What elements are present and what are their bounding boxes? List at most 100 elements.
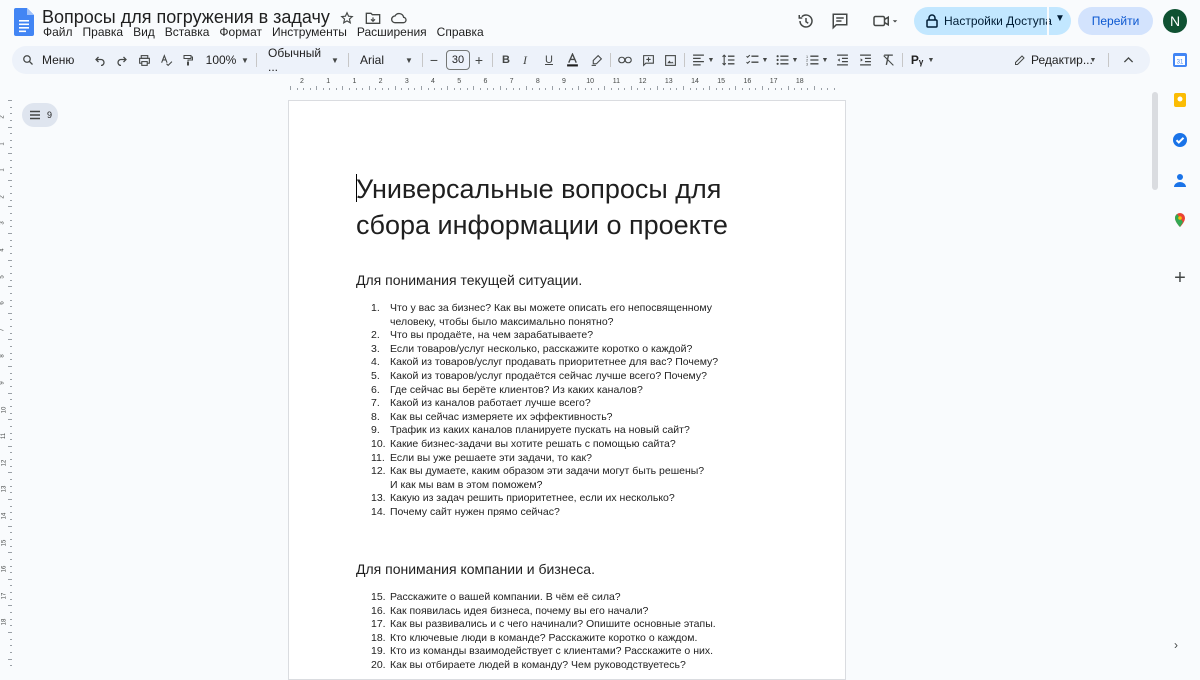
font-select[interactable]: Arial xyxy=(360,46,400,74)
document-page[interactable]: Универсальные вопросы для сбора информац… xyxy=(288,100,846,680)
list-item[interactable]: 15. Расскажите о вашей компании. В чём её… xyxy=(371,591,751,605)
pencil-edit-icon[interactable] xyxy=(1013,46,1027,74)
share-button[interactable]: Настройки Доступа ▼ xyxy=(914,7,1071,35)
print-icon[interactable] xyxy=(136,46,152,74)
list-item[interactable]: 20. Как вы отбираете людей в команду? Чем… xyxy=(371,659,751,673)
list-item[interactable]: 1. Что у вас за бизнес? Как вы можете опи… xyxy=(371,302,751,316)
undo-icon[interactable] xyxy=(92,46,108,74)
zoom-select[interactable]: 100% xyxy=(204,46,238,74)
list-item[interactable]: человеку, чтобы было максимально понятно… xyxy=(371,316,751,330)
align-dropdown-icon[interactable]: ▼ xyxy=(706,46,716,74)
ruler-tick xyxy=(316,86,318,90)
vertical-ruler[interactable]: 2 1 1 2 3 4 5 6 7 8 9 10 11 12 13 14 15 16 17 18 xyxy=(0,96,12,667)
paint-format-icon[interactable] xyxy=(180,46,196,74)
menu-help[interactable]: Справка xyxy=(437,25,484,39)
list-item[interactable]: 17. Как вы развивались и с чего начинали?… xyxy=(371,618,751,632)
link-icon[interactable] xyxy=(617,46,633,74)
clear-formatting-icon[interactable] xyxy=(880,46,896,74)
menu-extensions[interactable]: Расширения xyxy=(357,25,427,39)
list-item[interactable]: 13. Какую из задач решить приоритетнее, е… xyxy=(371,492,751,506)
editing-mode-select[interactable]: Редактир... xyxy=(1031,46,1093,74)
italic-icon[interactable]: I xyxy=(518,46,532,74)
list-item[interactable]: 7. Какой из каналов работает лучше всего? xyxy=(371,397,751,411)
list-item[interactable]: 9. Трафик из каких каналов планируете пус… xyxy=(371,424,751,438)
increase-indent-icon[interactable] xyxy=(857,46,873,74)
checklist-icon[interactable] xyxy=(744,46,760,74)
insert-comment-icon[interactable] xyxy=(640,46,656,74)
document-heading[interactable]: Универсальные вопросы для сбора информац… xyxy=(356,171,796,243)
menu-search-label[interactable]: Меню xyxy=(42,46,74,74)
list-item[interactable]: 4. Какой из товаров/услуг продавать приор… xyxy=(371,356,751,370)
menu-format[interactable]: Формат xyxy=(219,25,262,39)
section-heading-company[interactable]: Для понимания компании и бизнеса. xyxy=(356,561,595,577)
contacts-icon[interactable] xyxy=(1172,172,1188,188)
keep-icon[interactable] xyxy=(1172,92,1188,108)
document-outline-button[interactable]: 9 xyxy=(22,103,58,127)
add-addon-icon[interactable]: + xyxy=(1172,268,1188,288)
menu-file[interactable]: Файл xyxy=(43,25,73,39)
decrease-font-size-icon[interactable]: − xyxy=(428,46,440,74)
ruler-tick xyxy=(10,193,12,195)
calendar-icon[interactable]: 31 xyxy=(1172,52,1188,68)
numbered-dropdown-icon[interactable]: ▼ xyxy=(820,46,830,74)
zoom-dropdown-icon[interactable]: ▼ xyxy=(240,46,250,74)
menu-insert[interactable]: Вставка xyxy=(165,25,210,39)
expand-panel-icon[interactable]: › xyxy=(1174,638,1178,652)
share-dropdown-icon[interactable]: ▼ xyxy=(1055,13,1065,24)
star-icon[interactable] xyxy=(338,9,356,27)
maps-icon[interactable] xyxy=(1172,212,1188,228)
highlight-color-icon[interactable] xyxy=(589,46,603,74)
list-item[interactable]: 6. Где сейчас вы берёте клиентов? Из каки… xyxy=(371,384,751,398)
input-tools-icon[interactable]: Рᵧ xyxy=(908,46,926,74)
font-size-input[interactable]: 30 xyxy=(446,50,470,70)
style-dropdown-icon[interactable]: ▼ xyxy=(330,46,340,74)
numbered-list-icon[interactable]: 123 xyxy=(804,46,820,74)
list-item[interactable]: 10. Какие бизнес-задачи вы хотите решать … xyxy=(371,438,751,452)
horizontal-ruler[interactable]: 2 1 1 2 3 4 5 6 7 8 9 10 11 12 13 14 15 16 17 18 xyxy=(288,78,846,90)
list-item[interactable]: И как мы вам в этом поможем? xyxy=(371,479,751,493)
avatar[interactable]: N xyxy=(1163,9,1187,33)
tasks-icon[interactable] xyxy=(1172,132,1188,148)
paragraph-style-select[interactable]: Обычный ... xyxy=(268,46,328,74)
search-menu-icon[interactable] xyxy=(22,46,34,74)
move-to-folder-icon[interactable] xyxy=(364,9,382,27)
insert-image-icon[interactable] xyxy=(662,46,678,74)
hide-menus-icon[interactable] xyxy=(1120,46,1136,74)
text-color-icon[interactable] xyxy=(565,46,579,74)
underline-icon[interactable]: U xyxy=(542,46,556,74)
increase-font-size-icon[interactable]: + xyxy=(473,46,485,74)
list-item[interactable]: 5. Какой из товаров/услуг продаётся сейча… xyxy=(371,370,751,384)
menu-tools[interactable]: Инструменты xyxy=(272,25,347,39)
menu-view[interactable]: Вид xyxy=(133,25,155,39)
go-button[interactable]: Перейти xyxy=(1078,7,1153,35)
spellcheck-icon[interactable] xyxy=(158,46,174,74)
list-item[interactable]: 14. Почему сайт нужен прямо сейчас? xyxy=(371,506,751,520)
checklist-dropdown-icon[interactable]: ▼ xyxy=(760,46,770,74)
bold-icon[interactable]: B xyxy=(499,46,513,74)
docs-logo-icon[interactable] xyxy=(14,8,34,36)
line-spacing-icon[interactable] xyxy=(720,46,736,74)
redo-icon[interactable] xyxy=(114,46,130,74)
list-item[interactable]: 3. Если товаров/услуг несколько, расскажи… xyxy=(371,343,751,357)
list-item[interactable]: 11. Если вы уже решаете эти задачи, то ка… xyxy=(371,452,751,466)
align-icon[interactable] xyxy=(690,46,706,74)
meet-icon[interactable] xyxy=(868,9,904,33)
bullet-dropdown-icon[interactable]: ▼ xyxy=(790,46,800,74)
font-dropdown-icon[interactable]: ▼ xyxy=(404,46,414,74)
decrease-indent-icon[interactable] xyxy=(834,46,850,74)
list-item[interactable]: 18. Кто ключевые люди в команде? Расскажи… xyxy=(371,632,751,646)
section-heading-current-situation[interactable]: Для понимания текущей ситуации. xyxy=(356,272,582,288)
list-item[interactable]: 19. Кто из команды взаимодействует с клие… xyxy=(371,645,751,659)
bulleted-list-icon[interactable] xyxy=(774,46,790,74)
input-tools-dropdown-icon[interactable]: ▼ xyxy=(926,46,936,74)
menu-edit[interactable]: Правка xyxy=(83,25,124,39)
ruler-tick xyxy=(10,199,12,201)
history-icon[interactable] xyxy=(794,9,818,33)
comments-icon[interactable] xyxy=(828,9,852,33)
list-item[interactable]: 16. Как появилась идея бизнеса, почему вы… xyxy=(371,605,751,619)
list-item[interactable]: 12. Как вы думаете, каким образом эти зад… xyxy=(371,465,751,479)
mode-dropdown-icon[interactable]: ▼ xyxy=(1088,46,1098,74)
list-item[interactable]: 2. Что вы продаёте, на чем зарабатываете? xyxy=(371,329,751,343)
list-item[interactable]: 8. Как вы сейчас измеряете их эффективнос… xyxy=(371,411,751,425)
cloud-saved-icon[interactable] xyxy=(390,9,408,27)
